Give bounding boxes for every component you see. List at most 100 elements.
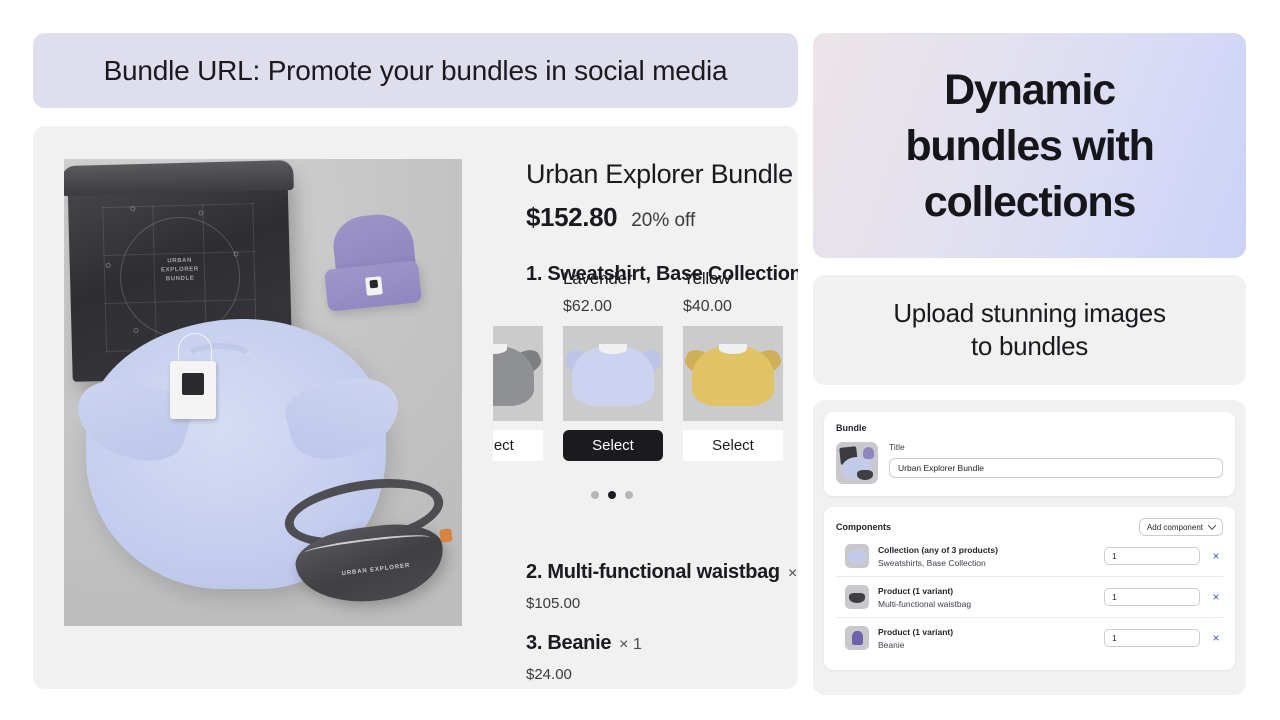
- line-item-price: $105.00: [526, 595, 581, 612]
- bundle-row: Title Urban Explorer Bundle: [836, 442, 1223, 484]
- swatch-body: [572, 346, 654, 406]
- components-header: Components Add component: [836, 518, 1223, 536]
- hero-line-3: collections: [923, 177, 1137, 226]
- promo-banner[interactable]: Bundle URL: Promote your bundles in soci…: [33, 33, 798, 108]
- carousel-pagination[interactable]: [591, 491, 633, 499]
- line-item-price: $24.00: [526, 666, 572, 683]
- variant-track: Gray $48.00 Select Lavender: [493, 269, 798, 461]
- product-photo: URBAN EXPLORER BUNDLE URBAN EXPLORER: [64, 159, 462, 626]
- chevron-down-icon: [1207, 521, 1217, 530]
- bundle-title-input[interactable]: Urban Explorer Bundle: [889, 458, 1223, 478]
- beanie-label-patch: [365, 276, 383, 296]
- page-title: Urban Explorer Bundle: [526, 159, 793, 189]
- variant-name: Gray: [493, 269, 543, 289]
- component-thumbnail-sweatshirt[interactable]: [845, 544, 869, 568]
- bundle-title-input-value: Urban Explorer Bundle: [898, 463, 984, 473]
- hero-card: Dynamic bundles with collections: [813, 33, 1246, 258]
- box-lid: [64, 160, 294, 197]
- price-row: $152.80 20% off: [526, 202, 798, 233]
- variant-image: [683, 326, 783, 421]
- remove-component-icon[interactable]: ×: [1209, 632, 1223, 644]
- waistbag-icon: [849, 593, 865, 603]
- component-row-collection: Collection (any of 3 products) Sweatshir…: [836, 536, 1223, 576]
- line-item-3: 3. Beanie × 1: [526, 632, 798, 655]
- upload-images-card[interactable]: Upload stunning images to bundles: [813, 275, 1246, 385]
- carousel-dot[interactable]: [591, 491, 599, 499]
- swatch-body: [692, 346, 774, 406]
- right-column: Dynamic bundles with collections Upload …: [813, 33, 1246, 695]
- title-field-label: Title: [889, 442, 905, 452]
- swatch-collar: [719, 344, 747, 354]
- component-row-waistbag: Product (1 variant) Multi-functional wai…: [836, 576, 1223, 617]
- upload-line-1: Upload stunning images: [893, 298, 1166, 328]
- variant-select-button[interactable]: Select: [683, 430, 783, 461]
- component-thumbnail-beanie[interactable]: [845, 626, 869, 650]
- waistbag-zipper-pull: [439, 528, 453, 543]
- beanie-graphic: [324, 211, 422, 319]
- thumbnail-beanie-shape: [863, 447, 874, 459]
- line-item-2: 2. Multi-functional waistbag × 1: [526, 561, 798, 584]
- variant-name: Yellow: [683, 269, 731, 288]
- component-quantity-input[interactable]: 1: [1104, 588, 1200, 606]
- variant-price: $40.00: [683, 298, 732, 315]
- thumbnail-bag-shape: [857, 470, 873, 480]
- carousel-dot[interactable]: [625, 491, 633, 499]
- component-row-beanie: Product (1 variant) Beanie 1 ×: [836, 617, 1223, 658]
- variant-card-yellow[interactable]: Yellow $40.00 Select: [683, 269, 783, 461]
- bundle-thumbnail[interactable]: [836, 442, 878, 484]
- bundle-panel: Bundle Title Urban Explorer Bundle: [824, 412, 1235, 496]
- component-title: Product (1 variant): [878, 626, 954, 637]
- remove-component-icon[interactable]: ×: [1209, 550, 1223, 562]
- line-item-quantity: × 1: [787, 565, 798, 582]
- sweatshirt-icon: [848, 550, 866, 563]
- component-subtitle: Beanie: [878, 639, 905, 650]
- component-title: Product (1 variant): [878, 585, 954, 596]
- remove-component-icon[interactable]: ×: [1209, 591, 1223, 603]
- variant-image: [563, 326, 663, 421]
- variant-card-gray[interactable]: Gray $48.00 Select: [493, 269, 543, 461]
- line-item-quantity: × 1: [619, 636, 642, 653]
- component-quantity-input[interactable]: 1: [1104, 629, 1200, 647]
- variant-image: [493, 326, 543, 421]
- beanie-icon: [852, 631, 863, 645]
- line-item-label: 2. Multi-functional waistbag: [526, 561, 780, 583]
- component-quantity-input[interactable]: 1: [1104, 547, 1200, 565]
- variant-name: Lavender: [563, 269, 633, 288]
- component-thumbnail-waistbag[interactable]: [845, 585, 869, 609]
- variant-select-button-selected[interactable]: Select: [563, 430, 663, 461]
- waistbag-graphic: URBAN EXPLORER: [279, 468, 460, 611]
- component-text: Collection (any of 3 products) Sweatshir…: [878, 545, 1095, 568]
- swatch-collar: [599, 344, 627, 354]
- hero-heading: Dynamic bundles with collections: [881, 62, 1177, 230]
- product-preview-card: URBAN EXPLORER BUNDLE URBAN EXPLORER Urb…: [33, 126, 798, 689]
- discount-badge: 20% off: [631, 210, 696, 231]
- component-quantity-value: 1: [1112, 551, 1117, 561]
- components-panel-title: Components: [836, 522, 891, 532]
- hero-line-1: Dynamic: [944, 65, 1116, 114]
- component-text: Product (1 variant) Beanie: [878, 627, 1095, 650]
- hangtag: [170, 361, 216, 419]
- components-panel: Components Add component Collection (any…: [824, 507, 1235, 670]
- product-details: Urban Explorer Bundle $152.80 20% off 1.…: [493, 159, 798, 689]
- box-node-icon: [133, 328, 139, 334]
- box-node-icon: [130, 206, 136, 212]
- left-column: Bundle URL: Promote your bundles in soci…: [33, 33, 798, 689]
- component-quantity-value: 1: [1112, 592, 1117, 602]
- component-quantity-value: 1: [1112, 633, 1117, 643]
- variant-carousel[interactable]: Gray $48.00 Select Lavender: [493, 269, 798, 499]
- bundle-panel-title: Bundle: [836, 423, 867, 433]
- component-title: Collection (any of 3 products): [878, 544, 998, 555]
- add-component-button[interactable]: Add component: [1138, 518, 1223, 536]
- variant-select-button[interactable]: Select: [493, 430, 543, 461]
- promo-banner-text: Bundle URL: Promote your bundles in soci…: [103, 54, 728, 86]
- component-subtitle: Sweatshirts, Base Collection: [878, 557, 986, 568]
- admin-preview-card: Bundle Title Urban Explorer Bundle Compo…: [813, 400, 1246, 695]
- variant-price: $48.00: [493, 298, 543, 316]
- hero-line-2: bundles with: [905, 121, 1155, 170]
- component-text: Product (1 variant) Multi-functional wai…: [878, 586, 1095, 609]
- variant-card-lavender[interactable]: Lavender $62.00 Select: [563, 269, 663, 461]
- app-root: Bundle URL: Promote your bundles in soci…: [0, 0, 1280, 720]
- carousel-dot-active[interactable]: [608, 491, 616, 499]
- line-item-label: 3. Beanie: [526, 632, 612, 654]
- component-subtitle: Multi-functional waistbag: [878, 598, 972, 609]
